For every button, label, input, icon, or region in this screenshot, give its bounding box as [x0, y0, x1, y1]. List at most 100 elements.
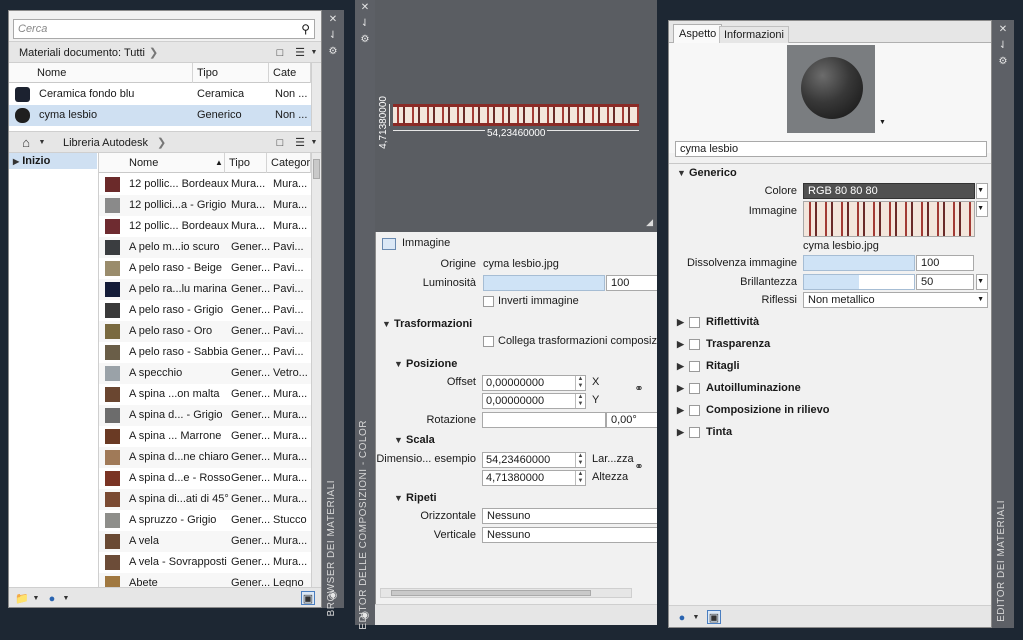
library-row[interactable]: A spina d...ne chiaro Gener... Mura... [99, 447, 311, 468]
library-row[interactable]: 12 pollic... Bordeaux Mura... Mura... [99, 216, 311, 237]
search-input[interactable]: Cerca ⚲ [13, 19, 315, 39]
section-enable-checkbox[interactable] [689, 360, 700, 372]
col-category[interactable]: Cate [269, 63, 311, 83]
image-options-button[interactable]: ▼ [976, 201, 988, 217]
home-dropdown-icon[interactable]: ▼ [35, 136, 49, 150]
library-row[interactable]: 12 pollici...a - Grigio Mura... Mura... [99, 195, 311, 216]
library-row[interactable]: Abete Gener... Legno [99, 573, 311, 587]
link-offset-icon[interactable]: ⚭ [632, 382, 646, 396]
library-row[interactable]: A spina d...e - Rosso Gener... Mura... [99, 468, 311, 489]
library-row[interactable]: A vela Gener... Mura... [99, 531, 311, 552]
offset-x-spinner[interactable]: ▲ ▼ [575, 376, 585, 390]
library-row[interactable]: A pelo raso - Grigio Gener... Pavi... [99, 300, 311, 321]
close-icon[interactable]: ✕ [997, 24, 1009, 36]
vertical-repeat-select[interactable]: Nessuno [482, 527, 657, 543]
folder-dropdown-icon[interactable]: ▼ [29, 592, 43, 606]
doc-list-scrollbar[interactable] [311, 63, 321, 131]
resize-grip-icon[interactable]: ◢ [646, 217, 653, 228]
rotation-value[interactable]: 0,00° [606, 412, 657, 428]
section-enable-checkbox[interactable] [689, 338, 700, 350]
generic-header[interactable]: ▼ Generico [677, 167, 737, 179]
scale-width-spinner[interactable]: ▲ ▼ [575, 453, 585, 467]
reflections-select[interactable]: Non metallico ▼ [803, 292, 988, 308]
settings-icon[interactable]: ⚙ [327, 46, 339, 58]
create-material-icon[interactable]: ● [675, 611, 689, 625]
gloss-options-button[interactable]: ▼ [976, 274, 988, 290]
section-enable-checkbox[interactable] [689, 404, 700, 416]
library-row[interactable]: 12 pollic... Bordeaux Mura... Mura... [99, 174, 311, 195]
link-transforms-checkbox[interactable] [483, 336, 494, 347]
create-material-dropdown-icon[interactable]: ▼ [689, 611, 703, 625]
library-thumbnail-view-icon[interactable]: □ [273, 136, 287, 150]
pin-icon[interactable]: ⇃ [359, 18, 371, 30]
doc-row-selected[interactable]: cyma lesbio Generico Non ... [9, 105, 311, 126]
tree-expand-icon[interactable]: ▶ [13, 157, 19, 166]
horizontal-repeat-select[interactable]: Nessuno [482, 508, 657, 524]
image-fade-slider[interactable] [803, 255, 915, 271]
image-fade-value[interactable]: 100 [916, 255, 974, 271]
rotation-slider[interactable] [482, 412, 606, 428]
position-header[interactable]: ▼ Posizione [394, 358, 457, 370]
col-type[interactable]: Tipo [193, 63, 269, 83]
gloss-slider[interactable] [803, 274, 915, 290]
image-texture-thumbnail[interactable] [803, 201, 975, 237]
section-header[interactable]: ▶ Riflettività [677, 311, 759, 333]
luminosity-slider[interactable] [483, 275, 605, 291]
library-list-scrollbar[interactable] [311, 153, 321, 587]
invert-image-checkbox[interactable] [483, 296, 494, 307]
preview-options-dropdown-icon[interactable]: ▼ [879, 119, 886, 126]
composition-hscrollbar[interactable] [380, 588, 632, 598]
library-row[interactable]: A pelo raso - Beige Gener... Pavi... [99, 258, 311, 279]
library-row[interactable]: A spina di...ati di 45° Gener... Mura... [99, 489, 311, 510]
lib-col-type[interactable]: Tipo [225, 153, 267, 173]
preview-thumbnail[interactable] [787, 45, 875, 133]
offset-y-input[interactable]: 0,00000000 ▲ ▼ [482, 393, 586, 409]
library-row[interactable]: A spruzzo - Grigio Gener... Stucco [99, 510, 311, 531]
section-header[interactable]: ▶ Trasparenza [677, 333, 770, 355]
create-material-icon[interactable]: ● [45, 592, 59, 606]
library-row[interactable]: A spina d... - Grigio Gener... Mura... [99, 405, 311, 426]
doc-filter-label[interactable]: Materiali documento: Tutti [19, 42, 145, 64]
hscroll-thumb[interactable] [391, 590, 591, 596]
scale-width-input[interactable]: 54,23460000 ▲ ▼ [482, 452, 586, 468]
offset-y-spinner[interactable]: ▲ ▼ [575, 394, 585, 408]
home-icon[interactable]: ⌂ [19, 136, 33, 150]
section-header[interactable]: ▶ Ritagli [677, 355, 740, 377]
view-options-dropdown-icon[interactable]: ▼ [307, 46, 321, 60]
list-view-icon[interactable]: ☰ [293, 46, 307, 60]
thumbnail-view-icon[interactable]: □ [273, 46, 287, 60]
section-enable-checkbox[interactable] [689, 426, 700, 438]
library-row[interactable]: A pelo raso - Sabbia Gener... Pavi... [99, 342, 311, 363]
library-row[interactable]: A specchio Gener... Vetro... [99, 363, 311, 384]
library-row[interactable]: A pelo ra...lu marina Gener... Pavi... [99, 279, 311, 300]
library-row[interactable]: A spina ...on malta Gener... Mura... [99, 384, 311, 405]
open-browser-icon[interactable]: ▣ [707, 610, 721, 624]
material-name-input[interactable]: cyma lesbio [675, 141, 987, 157]
library-row[interactable]: A pelo raso - Oro Gener... Pavi... [99, 321, 311, 342]
library-row[interactable]: A pelo m...io scuro Gener... Pavi... [99, 237, 311, 258]
close-icon[interactable]: ✕ [359, 2, 371, 14]
library-view-dropdown-icon[interactable]: ▼ [307, 136, 321, 150]
library-list-view-icon[interactable]: ☰ [293, 136, 307, 150]
close-icon[interactable]: ✕ [327, 14, 339, 26]
section-enable-checkbox[interactable] [689, 382, 700, 394]
image-file-name[interactable]: cyma lesbio.jpg [803, 240, 879, 252]
tab-aspect[interactable]: Aspetto [673, 24, 723, 44]
origin-value[interactable]: cyma lesbio.jpg [483, 258, 559, 270]
section-enable-checkbox[interactable] [689, 316, 700, 328]
doc-row[interactable]: Ceramica fondo blu Ceramica Non ... [9, 84, 311, 105]
settings-icon[interactable]: ⚙ [359, 34, 371, 46]
lib-col-name[interactable]: Nome [125, 153, 225, 173]
settings-icon[interactable]: ⚙ [997, 56, 1009, 68]
open-editor-icon[interactable]: ▣ [301, 591, 315, 605]
color-field[interactable]: RGB 80 80 80 [803, 183, 975, 199]
library-row[interactable]: A vela - Sovrapposti Gener... Mura... [99, 552, 311, 573]
search-icon[interactable]: ⚲ [301, 21, 310, 37]
pin-icon[interactable]: ⇃ [327, 30, 339, 42]
link-scale-icon[interactable]: ⚭ [632, 460, 646, 474]
lib-col-category[interactable]: Categor [267, 153, 311, 173]
col-name[interactable]: Nome [33, 63, 193, 83]
gloss-value[interactable]: 50 [916, 274, 974, 290]
scrollbar-thumb[interactable] [313, 159, 320, 179]
create-material-dropdown-icon[interactable]: ▼ [59, 592, 73, 606]
